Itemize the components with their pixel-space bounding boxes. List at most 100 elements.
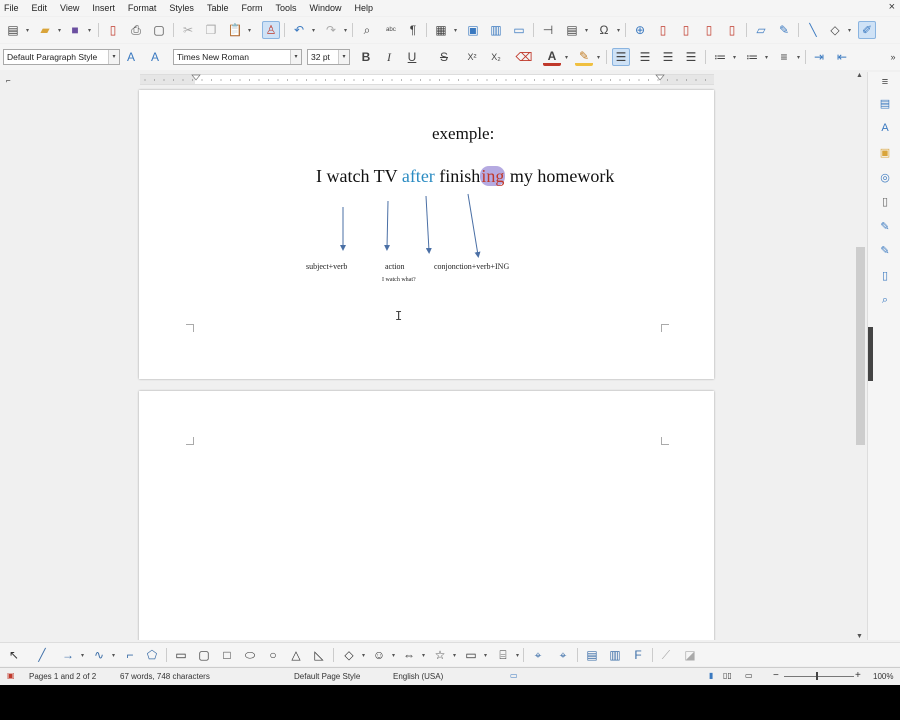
selection-mode-icon[interactable]: ▭ [510,671,518,680]
page-icon[interactable]: ▯ [877,193,893,209]
update-style-icon[interactable]: A [122,48,140,66]
strikethrough-button[interactable]: S [435,48,453,66]
menu-styles[interactable]: Styles [169,3,194,13]
align-center-icon[interactable]: ☰ [636,48,654,66]
superscript-button[interactable]: X² [463,48,481,66]
basic-shapes-dropdown-icon[interactable]: ◇ ▾ [340,646,365,664]
outline-list-icon[interactable]: ≡ ▾ [775,48,800,66]
rectangle-icon[interactable]: ▭ [172,646,190,664]
flowchart-icon[interactable]: ⌸ ▾ [494,646,519,664]
gallery-icon[interactable]: ▣ [877,144,893,160]
horizontal-ruler[interactable] [0,72,900,86]
formatting-marks-icon[interactable]: ¶ [404,21,422,39]
decrease-indent-icon[interactable]: ⇤ [833,48,851,66]
rounded-rectangle-icon[interactable]: ▢ [195,646,213,664]
menu-form[interactable]: Form [241,3,262,13]
word-count[interactable]: 67 words, 748 characters [120,672,210,681]
paragraph-style-select[interactable]: Default Paragraph Style ▾ [3,49,120,65]
styles-icon[interactable]: A [877,120,893,136]
curve-icon[interactable]: ∿ ▾ [90,646,115,664]
open-folder-icon[interactable]: ▰ ▾ [36,21,61,39]
glue-points-icon[interactable]: ⌖ [554,646,572,664]
insert-chart-icon[interactable]: ▥ [487,21,505,39]
endnote-icon[interactable]: ▯ [677,21,695,39]
fontwork-icon[interactable]: F [629,646,647,664]
ellipse-icon[interactable]: ⬭ [241,646,259,664]
save-icon[interactable]: ■ ▾ [66,21,91,39]
stars-icon[interactable]: ☆ ▾ [431,646,456,664]
menu-file[interactable]: File [4,3,19,13]
highlight-color-icon[interactable]: ✎ ▾ [575,48,600,66]
zoom-slider[interactable] [784,676,854,677]
circle-icon[interactable]: ○ [264,646,282,664]
clone-formatting-icon[interactable]: ♙ [262,21,280,39]
page-count[interactable]: Pages 1 and 2 of 2 [29,672,96,681]
document-area[interactable]: exemple: I watch TV after finishing my h… [0,87,853,640]
ordered-list-icon[interactable]: ≔ ▾ [743,48,768,66]
align-left-icon[interactable]: ☰ [612,48,630,66]
manage-changes-icon[interactable]: ✎ [877,242,893,258]
zoom-out-icon[interactable]: − [773,670,779,681]
points-icon[interactable]: ⌖ [529,646,547,664]
block-arrows-icon[interactable]: ⇔ ▾ [400,646,425,664]
align-right-icon[interactable]: ☰ [659,48,677,66]
menu-insert[interactable]: Insert [92,3,115,13]
find-replace-icon[interactable]: ⌕ [358,21,376,39]
menu-table[interactable]: Table [207,3,229,13]
menu-help[interactable]: Help [354,3,373,13]
new-document-icon[interactable]: ▤ ▾ [4,21,29,39]
zoom-level[interactable]: 100% [873,672,893,681]
triangle-icon[interactable]: △ [287,646,305,664]
scroll-up-icon[interactable]: ▲ [856,72,863,79]
callouts-icon[interactable]: ▭ ▾ [462,646,487,664]
toolbar-overflow-icon[interactable]: » [884,48,900,66]
page-2[interactable] [139,391,714,640]
properties-icon[interactable]: ▤ [877,95,893,111]
undo-icon[interactable]: ↶ ▾ [290,21,315,39]
menu-edit[interactable]: Edit [32,3,48,13]
increase-indent-icon[interactable]: ⇥ [810,48,828,66]
justify-icon[interactable]: ☰ [682,48,700,66]
insert-line-icon[interactable]: ╲ [804,21,822,39]
show-draw-functions-icon[interactable]: ✐ [858,21,876,39]
track-changes-icon[interactable]: ✎ [775,21,793,39]
polygon-icon[interactable]: ⬠ [143,646,161,664]
subscript-button[interactable]: X₂ [487,48,505,66]
right-triangle-icon[interactable]: ◺ [310,646,328,664]
toggle-extrusion-icon[interactable]: ⟋ [657,646,675,664]
scrollbar-thumb[interactable] [856,247,865,445]
multi-page-view-icon[interactable]: ▯▯ [723,671,732,680]
underline-button[interactable]: U [403,48,421,66]
vertical-scrollbar[interactable]: ▲ ▼ [853,72,867,640]
scroll-down-icon[interactable]: ▼ [856,633,863,640]
find-icon[interactable]: ⌕ [877,292,893,308]
new-style-icon[interactable]: A [146,48,164,66]
line-arrow-icon[interactable]: → ▾ [59,646,84,664]
document-modified-icon[interactable]: ▣ [7,671,15,680]
text-language[interactable]: English (USA) [393,672,443,681]
close-document-button[interactable]: × [889,1,895,13]
hyperlink-icon[interactable]: ⊕ [631,21,649,39]
spelling-icon[interactable]: ᵃᵇᶜ [382,21,400,39]
insert-image-icon[interactable]: ▣ [464,21,482,39]
redo-icon[interactable]: ↷ ▾ [322,21,347,39]
insert-field-icon[interactable]: ▤ ▾ [563,21,588,39]
basic-shapes-icon[interactable]: ◇ ▾ [826,21,851,39]
vertical-text-icon[interactable]: ▥ [606,646,624,664]
export-pdf-icon[interactable]: ▯ [104,21,122,39]
menu-format[interactable]: Format [128,3,157,13]
shadow-icon[interactable]: ◪ [681,646,699,664]
insert-table-icon[interactable]: ▦ ▾ [432,21,457,39]
sidebar-grip[interactable] [868,327,873,381]
navigator-icon[interactable]: ◎ [877,169,893,185]
textbox-icon[interactable]: ▤ [583,646,601,664]
clear-formatting-icon[interactable]: ⌫ [515,48,533,66]
tab-stop-selector[interactable]: ⌐ [6,76,11,85]
italic-button[interactable]: I [380,48,398,66]
sidebar-menu-icon[interactable]: ≡ [877,74,893,90]
select-pointer-icon[interactable]: ↖ [5,646,23,664]
square-icon[interactable]: □ [218,646,236,664]
paste-icon[interactable]: 📋 ▾ [226,21,251,39]
page-break-icon[interactable]: ⊣ [539,21,557,39]
design-icon[interactable]: ▯ [877,267,893,283]
